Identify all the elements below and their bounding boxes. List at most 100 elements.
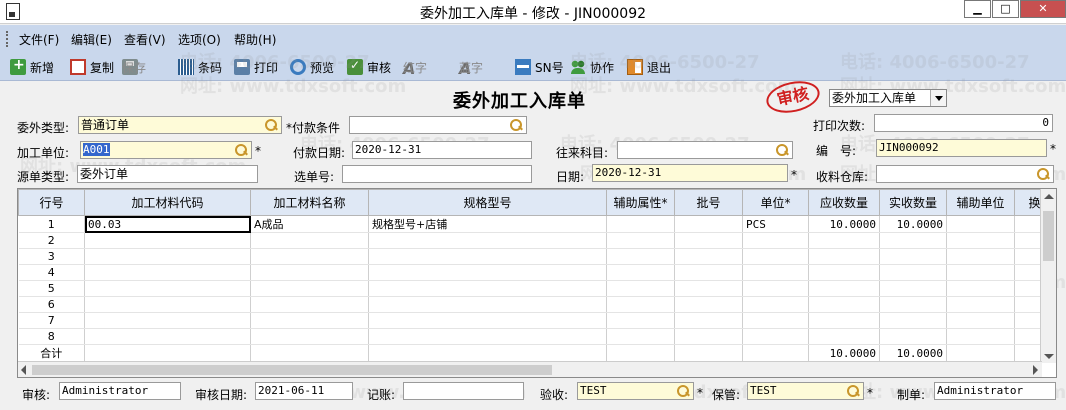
maximize-button[interactable]: □ bbox=[992, 0, 1019, 18]
batch-cell[interactable] bbox=[674, 215, 743, 233]
document-title: 委外加工入库单 bbox=[453, 91, 586, 112]
vertical-scrollbar[interactable] bbox=[1040, 189, 1056, 363]
unit-cell[interactable]: PCS bbox=[742, 215, 809, 233]
close-button[interactable]: ✕ bbox=[1020, 0, 1066, 18]
row-number: 1 bbox=[18, 215, 85, 233]
menu-options[interactable]: 选项(O) bbox=[178, 31, 221, 48]
new-button[interactable]: 新增 bbox=[10, 57, 54, 77]
lookup-icon[interactable] bbox=[265, 119, 279, 131]
scroll-left-icon[interactable] bbox=[21, 365, 26, 375]
menu-help[interactable]: 帮助(H) bbox=[234, 31, 276, 48]
account-field[interactable] bbox=[617, 141, 793, 159]
menu-file[interactable]: 文件(F) bbox=[19, 31, 59, 48]
chevron-down-icon[interactable] bbox=[930, 90, 946, 106]
warehouse-field[interactable] bbox=[876, 165, 1054, 183]
number-field[interactable]: JIN000092 bbox=[876, 139, 1047, 157]
copy-button[interactable]: 复制 bbox=[70, 57, 114, 77]
attr-cell[interactable] bbox=[606, 215, 675, 233]
lookup-icon[interactable] bbox=[1037, 168, 1051, 180]
preview-button[interactable]: 预览 bbox=[290, 57, 334, 77]
received-qty-cell[interactable]: 10.0000 bbox=[879, 215, 947, 233]
outsource-type-field[interactable]: 普通订单 bbox=[78, 116, 282, 134]
printer-icon bbox=[234, 59, 250, 75]
people-icon bbox=[570, 59, 586, 75]
blue-button[interactable]: A 蓝字 bbox=[459, 57, 483, 78]
menu-view[interactable]: 查看(V) bbox=[124, 31, 166, 48]
minimize-button[interactable]: ▁ bbox=[964, 0, 991, 18]
row-number: 3 bbox=[18, 248, 85, 265]
save-button[interactable]: 保存 bbox=[122, 57, 146, 77]
exit-button[interactable]: 退出 bbox=[627, 57, 671, 77]
source-type-label: 源单类型: bbox=[17, 170, 70, 184]
column-header[interactable]: 辅助单位 bbox=[946, 189, 1015, 216]
table-row[interactable]: 8 bbox=[18, 328, 1055, 345]
payment-date-label: 付款日期: bbox=[293, 146, 346, 160]
scroll-down-icon[interactable] bbox=[1044, 354, 1054, 359]
column-header[interactable]: 加工材料名称 bbox=[250, 189, 369, 216]
column-header[interactable]: 规格型号 bbox=[368, 189, 607, 216]
barcode-button[interactable]: 条码 bbox=[178, 57, 222, 77]
print-count-field: 0 bbox=[874, 114, 1053, 132]
material-name-cell[interactable]: A成品 bbox=[250, 215, 369, 233]
required-star: * bbox=[697, 386, 703, 400]
print-count-label: 打印次数: bbox=[813, 119, 866, 133]
column-header[interactable]: 批号 bbox=[674, 189, 743, 216]
column-header[interactable]: 辅助属性* bbox=[606, 189, 675, 216]
total-received-qty: 10.0000 bbox=[879, 344, 947, 362]
table-row[interactable]: 7 bbox=[18, 312, 1055, 329]
payment-terms-field[interactable] bbox=[349, 116, 527, 134]
lookup-icon[interactable] bbox=[847, 385, 861, 397]
aux-unit-cell[interactable] bbox=[946, 215, 1015, 233]
table-row[interactable]: 3 bbox=[18, 248, 1055, 265]
date-label: 日期: bbox=[556, 170, 585, 184]
column-header[interactable]: 行号 bbox=[18, 189, 85, 216]
lookup-icon[interactable] bbox=[677, 385, 691, 397]
required-star: * bbox=[255, 144, 261, 158]
spec-cell[interactable]: 规格型号+店铺 bbox=[368, 215, 607, 233]
material-code-cell[interactable]: 00.03 bbox=[84, 215, 251, 233]
maker-field: Administrator bbox=[934, 382, 1056, 400]
approve-button[interactable]: 审核 bbox=[347, 57, 391, 77]
warehouse-label: 收料仓库: bbox=[816, 170, 869, 184]
column-header[interactable]: 实收数量 bbox=[879, 189, 947, 216]
table-row[interactable]: 2 bbox=[18, 232, 1055, 249]
scroll-right-icon[interactable] bbox=[1033, 365, 1038, 375]
date-field[interactable]: 2020-12-31 bbox=[592, 164, 788, 182]
source-type-field[interactable]: 委外订单 bbox=[77, 165, 258, 183]
payment-date-field[interactable]: 2020-12-31 bbox=[352, 141, 532, 159]
scroll-up-icon[interactable] bbox=[1044, 194, 1054, 199]
scroll-thumb[interactable] bbox=[32, 365, 552, 375]
lookup-icon[interactable] bbox=[776, 144, 790, 156]
total-label: 合计 bbox=[18, 344, 85, 362]
column-header[interactable]: 应收数量 bbox=[808, 189, 880, 216]
sn-button[interactable]: SN号 bbox=[515, 57, 564, 77]
row-number: 4 bbox=[18, 264, 85, 281]
approved-stamp: 审核 bbox=[763, 76, 823, 118]
due-qty-cell[interactable]: 10.0000 bbox=[808, 215, 880, 233]
detail-grid[interactable]: 行号 加工材料代码 加工材料名称 规格型号 辅助属性* 批号 单位* 应收数量 … bbox=[17, 188, 1057, 378]
barcode-icon bbox=[178, 59, 194, 75]
processor-field[interactable]: A001 bbox=[80, 141, 252, 159]
horizontal-scrollbar[interactable] bbox=[18, 361, 1042, 377]
scroll-thumb[interactable] bbox=[1043, 211, 1054, 261]
select-no-field[interactable] bbox=[342, 165, 532, 183]
red-button[interactable]: A 红字 bbox=[403, 57, 427, 78]
lookup-icon[interactable] bbox=[235, 144, 249, 156]
inspect-field[interactable]: TEST bbox=[577, 382, 694, 400]
column-header[interactable]: 单位* bbox=[742, 189, 809, 216]
document-type-select[interactable]: 委外加工入库单 bbox=[829, 89, 947, 107]
toolbar: 新增 复制 保存 条码 打印 预览 审核 A红字 A蓝字 SN号 协作 退出 bbox=[0, 53, 1066, 81]
print-button[interactable]: 打印 bbox=[234, 57, 278, 77]
column-header[interactable]: 加工材料代码 bbox=[84, 189, 251, 216]
serial-number-icon bbox=[515, 59, 531, 75]
table-row[interactable]: 5 bbox=[18, 280, 1055, 297]
lookup-icon[interactable] bbox=[510, 119, 524, 131]
table-row[interactable]: 6 bbox=[18, 296, 1055, 313]
custodian-field[interactable]: TEST bbox=[747, 382, 864, 400]
title-bar: 委外加工入库单 - 修改 - JIN000092 ▁ □ ✕ bbox=[0, 0, 1066, 24]
table-row[interactable]: 1 00.03 A成品 规格型号+店铺 PCS 10.0000 10.0000 bbox=[18, 215, 1055, 233]
row-number: 6 bbox=[18, 296, 85, 313]
table-row[interactable]: 4 bbox=[18, 264, 1055, 281]
collab-button[interactable]: 协作 bbox=[570, 57, 614, 77]
menu-edit[interactable]: 编辑(E) bbox=[71, 31, 112, 48]
